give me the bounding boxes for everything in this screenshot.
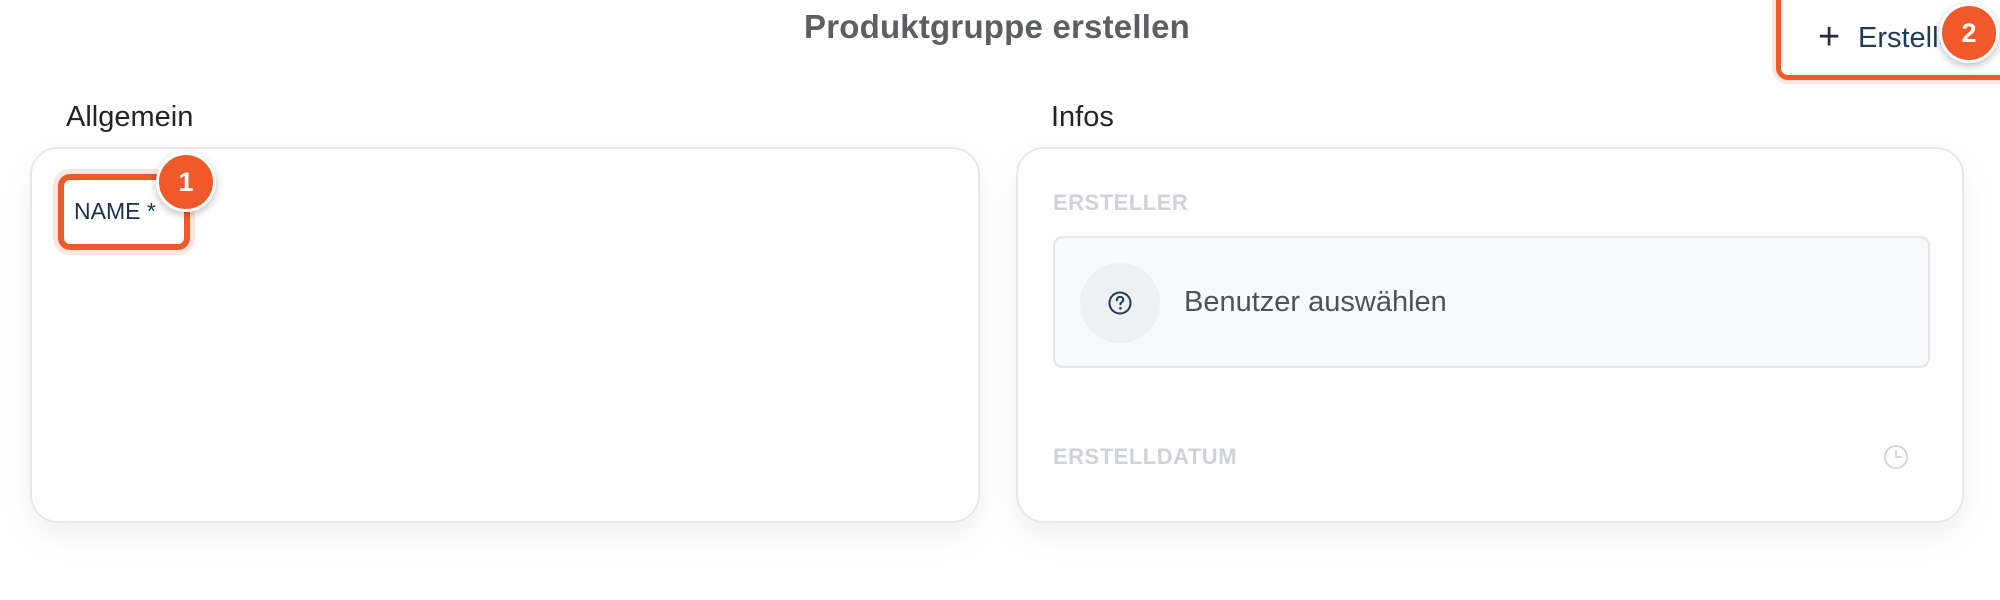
user-select-placeholder: Benutzer auswählen <box>1184 286 1447 318</box>
page: Produktgruppe erstellen + Erstelle 2 All… <box>0 0 2000 600</box>
avatar-placeholder <box>1080 263 1160 343</box>
user-select[interactable]: Benutzer auswählen <box>1053 236 1930 368</box>
page-title: Produktgruppe erstellen <box>803 8 1190 45</box>
section-title-general: Allgemein <box>66 101 194 133</box>
clock-icon <box>1884 445 1908 469</box>
question-circle-icon <box>1108 291 1132 315</box>
section-title-infos: Infos <box>1051 101 1114 133</box>
step-badge-1: 1 <box>156 152 216 212</box>
creation-date-label: ERSTELLDATUM <box>1053 444 1238 469</box>
creator-label: ERSTELLER <box>1053 190 1189 215</box>
step-badge-2: 2 <box>1939 3 1999 63</box>
plus-icon: + <box>1818 16 1841 58</box>
name-field-label: NAME * <box>74 198 156 224</box>
